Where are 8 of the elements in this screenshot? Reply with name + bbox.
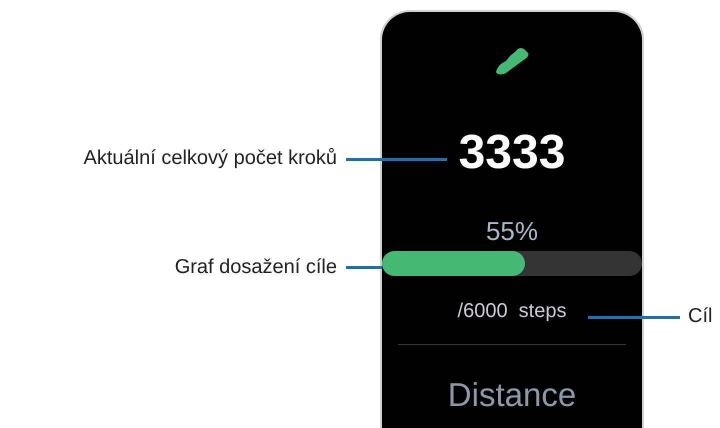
callout-label: Aktuální celkový počet kroků — [84, 146, 337, 170]
progress-percent: 55% — [486, 216, 538, 246]
step-count: 3333 — [458, 127, 566, 179]
callout-label: Graf dosažení cíle — [174, 255, 337, 279]
distance-title: Distance — [448, 375, 576, 415]
step-goal: /6000 steps — [458, 299, 566, 324]
callout-label: Cíl — [688, 304, 712, 328]
leader-line — [346, 266, 382, 269]
